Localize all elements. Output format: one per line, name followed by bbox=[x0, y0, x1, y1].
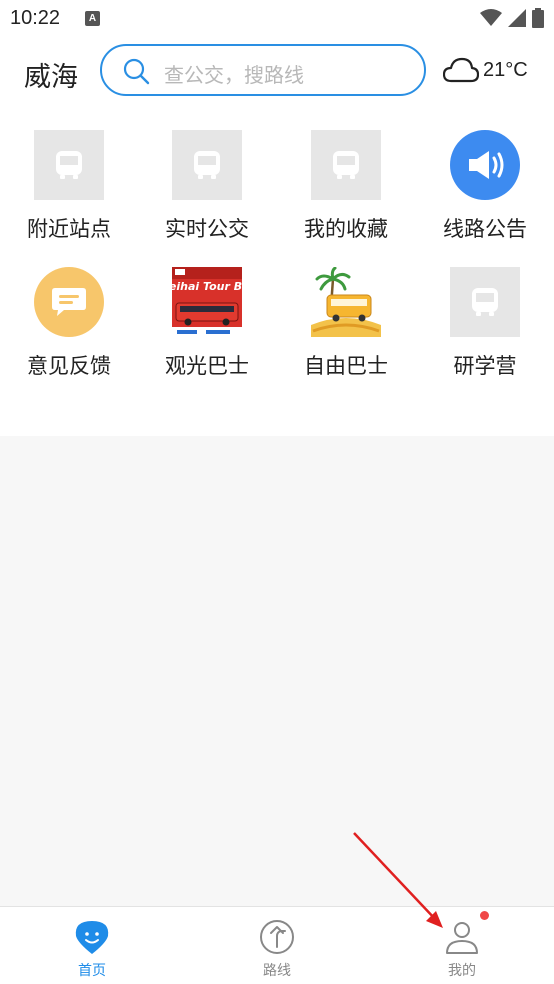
tab-label: 首页 bbox=[78, 963, 106, 979]
status-time: 10:22 bbox=[10, 7, 61, 29]
action-feedback[interactable]: 意见反馈 bbox=[0, 243, 138, 378]
bus-placeholder-icon bbox=[311, 130, 381, 200]
home-pin-icon bbox=[75, 921, 109, 954]
city-selector[interactable]: 威海 bbox=[24, 55, 78, 94]
battery-icon bbox=[532, 8, 544, 28]
action-label: 附近站点 bbox=[27, 217, 111, 241]
notification-icon: A bbox=[85, 11, 100, 26]
tab-routes[interactable]: 路线 bbox=[185, 907, 369, 984]
action-label: 研学营 bbox=[453, 354, 517, 378]
quick-actions-grid: 附近站点 实时公交 我的收藏 线路公告 意见反馈 ihai Tour B 观光巴… bbox=[0, 106, 554, 436]
status-icons bbox=[480, 8, 544, 28]
action-label: 自由巴士 bbox=[304, 354, 388, 378]
route-arrow-icon bbox=[260, 920, 294, 954]
action-study-camp[interactable]: 研学营 bbox=[416, 243, 554, 378]
search-icon bbox=[123, 58, 150, 85]
action-label: 实时公交 bbox=[165, 217, 249, 241]
action-my-favorites[interactable]: 我的收藏 bbox=[277, 106, 415, 241]
tab-label: 我的 bbox=[448, 963, 476, 979]
tab-home[interactable]: 首页 bbox=[0, 907, 184, 984]
signal-icon bbox=[508, 9, 526, 27]
search-placeholder: 查公交，搜路线 bbox=[164, 63, 304, 87]
bottom-navigation: 首页 路线 我的 bbox=[0, 906, 554, 984]
action-free-bus[interactable]: 自由巴士 bbox=[277, 243, 415, 378]
action-route-notices[interactable]: 线路公告 bbox=[416, 106, 554, 241]
cloud-icon bbox=[443, 57, 479, 83]
megaphone-icon bbox=[450, 130, 520, 200]
action-realtime-bus[interactable]: 实时公交 bbox=[138, 106, 276, 241]
profile-icon bbox=[446, 922, 478, 954]
action-label: 线路公告 bbox=[443, 217, 527, 241]
action-label: 意见反馈 bbox=[27, 354, 111, 378]
bus-placeholder-icon bbox=[34, 130, 104, 200]
weihai-tour-bus-poster: Weihai Tour Bus bbox=[172, 267, 242, 337]
notification-badge bbox=[480, 911, 489, 920]
temperature: 21°C bbox=[483, 58, 528, 81]
wifi-icon bbox=[480, 9, 502, 26]
search-input[interactable]: 查公交，搜路线 bbox=[100, 44, 426, 96]
content-area bbox=[0, 436, 554, 906]
bus-placeholder-icon bbox=[172, 130, 242, 200]
bus-placeholder-icon bbox=[450, 267, 520, 337]
tab-label: 路线 bbox=[263, 963, 291, 979]
status-bar: 10:22 A bbox=[0, 0, 554, 38]
action-nearby-stops[interactable]: 附近站点 bbox=[0, 106, 138, 241]
header: 威海 查公交，搜路线 21°C bbox=[0, 38, 554, 106]
action-sightseeing-bus[interactable]: Weihai Tour Bus 观光巴士 bbox=[138, 243, 276, 378]
weather-widget[interactable]: 21°C bbox=[443, 56, 528, 84]
feedback-message-icon bbox=[34, 267, 104, 337]
action-label: 我的收藏 bbox=[304, 217, 388, 241]
palm-bus-illustration bbox=[311, 266, 381, 337]
tab-profile[interactable]: 我的 bbox=[370, 907, 554, 984]
action-label: 观光巴士 bbox=[165, 354, 249, 378]
poster-text: Weihai Tour Bus bbox=[172, 280, 242, 293]
